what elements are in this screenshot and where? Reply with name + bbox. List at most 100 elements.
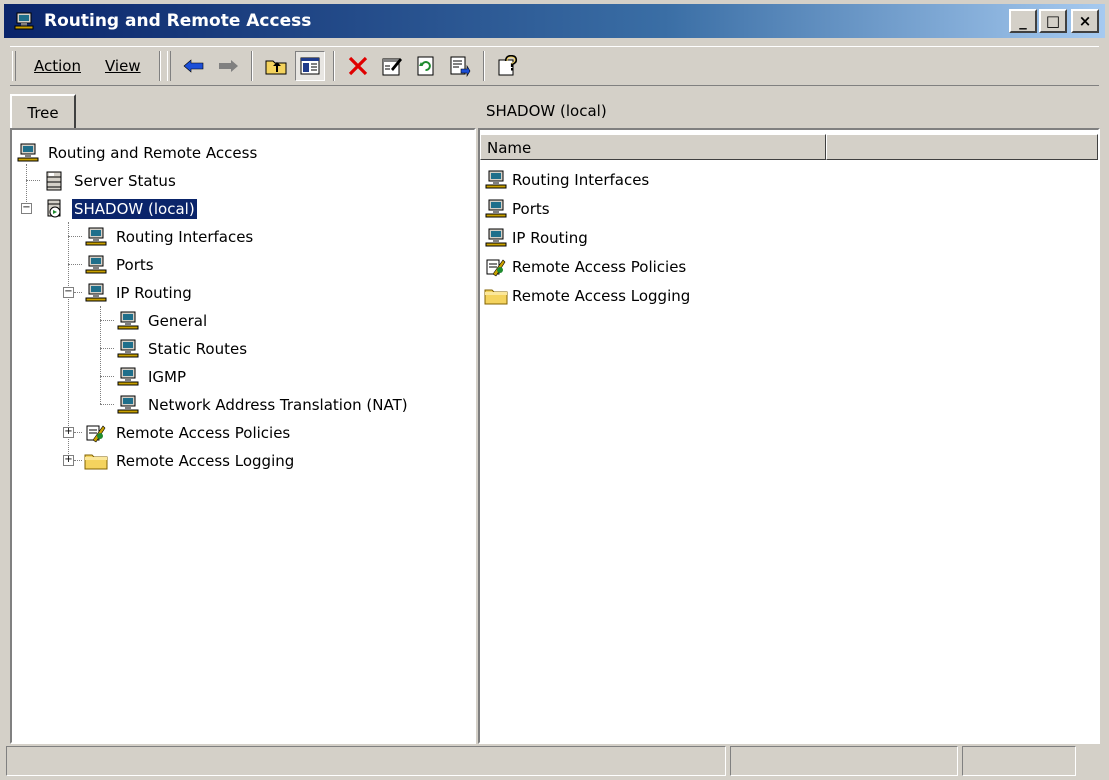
properties-icon: [382, 58, 402, 76]
column-header-empty[interactable]: [826, 134, 1098, 160]
export-list-icon: [450, 56, 470, 77]
details-pane-title: SHADOW (local): [478, 94, 1099, 128]
details-pane-title-text: SHADOW (local): [486, 102, 607, 120]
expand-toggle[interactable]: +: [63, 455, 74, 466]
tree-item-nat[interactable]: Network Address Translation (NAT): [116, 392, 410, 418]
toolbar-grip-2[interactable]: [166, 51, 171, 81]
collapse-toggle[interactable]: −: [21, 203, 32, 214]
network-computer-icon: [84, 253, 108, 277]
tree-item-label: General: [148, 312, 208, 330]
menu-view[interactable]: View: [93, 53, 153, 79]
tab-tree[interactable]: Tree: [10, 94, 76, 130]
status-panel-main: [6, 746, 726, 776]
tree-item-igmp[interactable]: IGMP: [116, 364, 188, 390]
help-button[interactable]: [493, 51, 523, 81]
tree-item-remote-access-policies[interactable]: Remote Access Policies: [84, 420, 292, 446]
tree-item-label: Static Routes: [148, 340, 248, 358]
menu-toolbar: Action View: [10, 46, 1099, 86]
delete-icon: [348, 56, 367, 76]
list-item-ports[interactable]: Ports: [484, 195, 552, 223]
list-item-ip-routing[interactable]: IP Routing: [484, 224, 590, 252]
up-one-level-button[interactable]: [261, 51, 291, 81]
tree-item-label: Routing Interfaces: [116, 228, 254, 246]
server-status-icon: [42, 169, 66, 193]
minimize-button[interactable]: _: [1009, 9, 1037, 33]
policy-icon: [84, 421, 108, 445]
menu-action[interactable]: Action: [22, 53, 93, 79]
refresh-icon: [417, 56, 434, 76]
tree-item-label: Routing and Remote Access: [48, 144, 258, 162]
list-item-label: Remote Access Policies: [512, 258, 687, 276]
tree-line: [100, 348, 114, 349]
tree-line: [74, 292, 82, 293]
status-panel-2: [730, 746, 958, 776]
export-list-button[interactable]: [445, 51, 475, 81]
details-pane[interactable]: Name Routing Interfaces Ports IP Routing…: [478, 128, 1100, 744]
tree-item-ip-routing[interactable]: IP Routing: [84, 280, 194, 306]
network-computer-icon: [116, 365, 140, 389]
menu-action-label: Action: [34, 57, 81, 75]
tree-item-ports[interactable]: Ports: [84, 252, 156, 278]
toolbar-separator: [250, 51, 253, 81]
tree-item-label: Remote Access Policies: [116, 424, 291, 442]
tree-item-routing-interfaces[interactable]: Routing Interfaces: [84, 224, 255, 250]
folder-icon: [84, 449, 108, 473]
collapse-toggle[interactable]: −: [63, 287, 74, 298]
tree-item-label: SHADOW (local): [71, 198, 198, 220]
list-item-remote-access-policies[interactable]: Remote Access Policies: [484, 253, 688, 281]
network-computer-icon: [116, 393, 140, 417]
properties-button[interactable]: [377, 51, 407, 81]
policy-icon: [484, 255, 508, 279]
tree-line: [100, 404, 114, 405]
tree-item-general[interactable]: General: [116, 308, 209, 334]
folder-icon: [484, 284, 508, 308]
column-header-name[interactable]: Name: [480, 134, 826, 160]
menu-view-label: View: [104, 57, 141, 75]
tree-item-static-routes[interactable]: Static Routes: [116, 336, 249, 362]
tree-item-routing-and-remote-access[interactable]: Routing and Remote Access: [16, 140, 259, 166]
app-window: Routing and Remote Access _ □ × Action V…: [0, 0, 1109, 780]
back-button[interactable]: [179, 51, 209, 81]
title-bar[interactable]: Routing and Remote Access _ □ ×: [4, 4, 1105, 38]
forward-button[interactable]: [213, 51, 243, 81]
tree-item-remote-access-logging[interactable]: Remote Access Logging: [84, 448, 296, 474]
network-computer-icon: [484, 226, 508, 250]
show-hide-tree-icon: [300, 57, 320, 75]
tree-item-label: Ports: [116, 256, 154, 274]
close-button[interactable]: ×: [1071, 9, 1099, 33]
tree-item-label: Network Address Translation (NAT): [148, 396, 408, 414]
network-computer-icon: [484, 197, 508, 221]
caption-buttons: _ □ ×: [1009, 9, 1099, 33]
network-computer-icon: [16, 141, 40, 165]
tree-line: [74, 460, 82, 461]
tree-line: [100, 320, 114, 321]
network-computer-icon: [116, 337, 140, 361]
toolbar-grip[interactable]: [12, 51, 16, 81]
expand-toggle[interactable]: +: [63, 427, 74, 438]
network-computer-icon: [84, 281, 108, 305]
tree-line: [68, 264, 82, 265]
list-item-label: IP Routing: [512, 229, 588, 247]
refresh-button[interactable]: [411, 51, 441, 81]
list-item-routing-interfaces[interactable]: Routing Interfaces: [484, 166, 651, 194]
tree-item-shadow-local[interactable]: SHADOW (local): [42, 196, 198, 222]
show-hide-tree-button[interactable]: [294, 51, 325, 81]
tree-item-label: IP Routing: [116, 284, 192, 302]
back-icon: [183, 59, 203, 73]
delete-button[interactable]: [343, 51, 373, 81]
server-started-icon: [42, 197, 66, 221]
toolbar-separator: [158, 51, 161, 81]
list-item-remote-access-logging[interactable]: Remote Access Logging: [484, 282, 692, 310]
tree-item-server-status[interactable]: Server Status: [42, 168, 178, 194]
toolbar-separator: [332, 51, 335, 81]
tab-tree-label: Tree: [27, 104, 59, 122]
tree-line: [26, 180, 40, 181]
tree-pane[interactable]: − − + + Routing and Remote Access Server…: [10, 128, 476, 744]
status-panel-3: [962, 746, 1076, 776]
up-folder-icon: [265, 60, 287, 75]
tree-item-label: Server Status: [74, 172, 176, 190]
help-icon: [498, 55, 517, 76]
maximize-icon: □: [1045, 12, 1061, 30]
minimize-icon: _: [1019, 12, 1027, 30]
maximize-button[interactable]: □: [1039, 9, 1067, 33]
